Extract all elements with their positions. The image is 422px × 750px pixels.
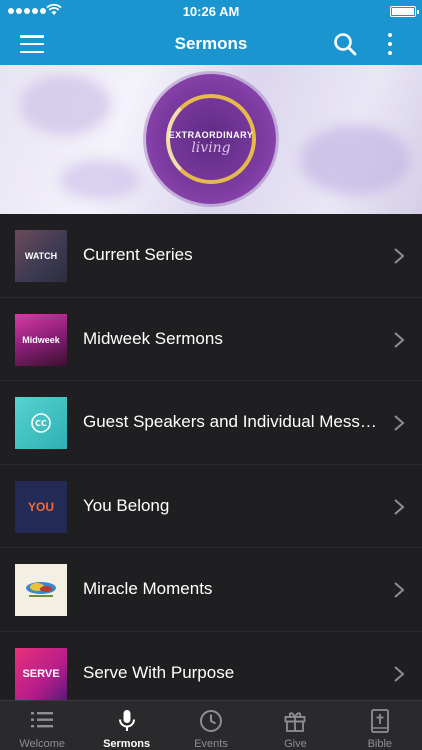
series-banner: EXTRAORDINARY living xyxy=(0,65,422,214)
chevron-right-icon xyxy=(394,498,405,515)
list-item-label: Midweek Sermons xyxy=(83,328,223,348)
status-bar: 10:26 AM xyxy=(0,0,422,23)
list-item-label: You Belong xyxy=(83,495,170,515)
list-item-label: Current Series xyxy=(83,245,193,264)
list-item-label: Miracle Moments xyxy=(83,579,213,598)
series-logo-title: EXTRAORDINARY xyxy=(168,130,254,140)
sermons-screen: 10:26 AM Sermons EXTRAORDINARY living WA… xyxy=(0,0,422,750)
tab-events[interactable]: Events xyxy=(169,701,253,750)
bible-icon xyxy=(370,709,389,733)
tab-give[interactable]: Give xyxy=(253,701,337,750)
battery-icon xyxy=(390,6,419,17)
tab-label: Sermons xyxy=(103,738,151,750)
list-item-label: Guest Speakers and Individual Messa... xyxy=(83,412,383,431)
you-belong-thumbnail: YOU xyxy=(15,480,67,533)
sermon-category-list: WATCH Current Series Midweek Midweek Ser… xyxy=(0,214,422,715)
status-time: 10:26 AM xyxy=(182,4,240,19)
list-item[interactable]: WATCH Current Series xyxy=(0,214,422,298)
microphone-icon xyxy=(118,710,135,731)
serve-thumbnail: SERVE xyxy=(15,647,67,700)
tab-label: Bible xyxy=(367,738,393,750)
list-item[interactable]: YOU You Belong xyxy=(0,464,422,548)
tab-bible[interactable]: Bible xyxy=(338,701,422,750)
chevron-right-icon xyxy=(394,248,405,264)
chevron-right-icon xyxy=(394,415,405,431)
tab-label: Events xyxy=(194,738,228,750)
series-logo: EXTRAORDINARY living xyxy=(146,74,276,204)
search-icon[interactable] xyxy=(332,31,358,57)
nav-bar: Sermons xyxy=(0,23,422,65)
svg-text:CC: CC xyxy=(35,419,47,428)
tab-label: Give xyxy=(284,738,307,750)
clock-icon xyxy=(200,710,223,732)
more-options-icon[interactable] xyxy=(384,31,396,57)
gift-icon xyxy=(285,712,306,732)
chevron-right-icon xyxy=(394,665,405,682)
list-item-label: Serve With Purpose xyxy=(83,662,235,682)
guest-speakers-thumbnail: CC xyxy=(15,397,67,449)
series-logo-subtitle: living xyxy=(191,140,231,156)
miracle-moments-thumbnail xyxy=(15,564,67,616)
list-icon xyxy=(31,712,54,728)
watch-thumbnail: WATCH xyxy=(15,230,67,282)
midweek-thumbnail: Midweek xyxy=(15,313,67,366)
chevron-right-icon xyxy=(394,582,405,598)
chevron-right-icon xyxy=(394,331,405,348)
tab-bar: Welcome Sermons Events Give Bible xyxy=(0,700,422,750)
list-item[interactable]: Miracle Moments xyxy=(0,548,422,632)
list-item[interactable]: Midweek Midweek Sermons xyxy=(0,297,422,381)
page-title: Sermons xyxy=(174,34,248,53)
tab-sermons[interactable]: Sermons xyxy=(84,701,168,750)
list-item[interactable]: CC Guest Speakers and Individual Messa..… xyxy=(0,381,422,465)
tab-label: Welcome xyxy=(19,738,66,750)
tab-welcome[interactable]: Welcome xyxy=(0,701,84,750)
